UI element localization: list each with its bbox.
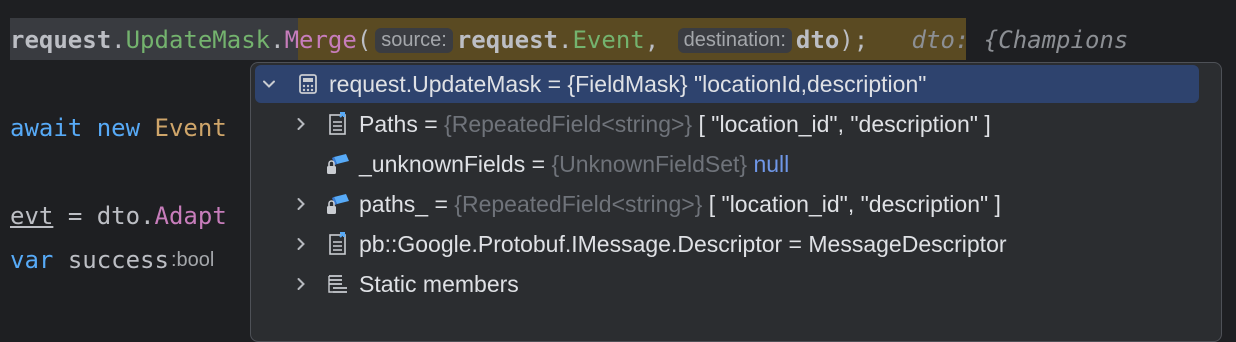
type-hint-bool: :bool (170, 248, 215, 271)
token-await: await (10, 114, 83, 142)
field-name: pb::Google.Protobuf.IMessage.Descriptor (359, 230, 783, 257)
token-success[interactable]: success (68, 246, 169, 274)
token-event[interactable]: Event (572, 26, 644, 54)
chevron-right-icon[interactable] (289, 232, 313, 256)
static-members-icon (323, 270, 353, 298)
token-event-type[interactable]: Event (155, 114, 227, 142)
tree-row-unknown-fields[interactable]: _unknownFields = {UnknownFieldSet} null (289, 145, 789, 183)
code-line-4[interactable]: var success:bool (10, 240, 218, 280)
token-request[interactable]: request (10, 26, 111, 54)
field-value: [ "location_id", "description" ] (702, 190, 1001, 217)
field-type: {UnknownFieldSet} (551, 150, 748, 177)
token-dot: . (558, 26, 573, 54)
field-value-null: null (747, 150, 790, 177)
code-line-1[interactable]: request. UpdateMask. Merge(source: request.… (10, 20, 1128, 60)
field-eq: = (417, 110, 445, 137)
field-name: _unknownFields (359, 150, 526, 177)
token-dot: . (270, 26, 285, 54)
token-close-paren: ); (839, 26, 869, 54)
chevron-right-icon[interactable] (289, 272, 313, 296)
field-eq: = (428, 190, 455, 217)
field-value: [ "location_id", "description" ] (692, 110, 991, 137)
token-dot: . (111, 26, 126, 54)
token-paren: ( (356, 26, 372, 54)
field-eq: = (525, 150, 552, 177)
token-merge-method[interactable]: Merge (285, 26, 357, 54)
tree-row-paths-private[interactable]: paths_ = {RepeatedField<string>} [ "loca… (289, 185, 1001, 223)
token-var: var (10, 246, 54, 274)
token-request-arg[interactable]: request (457, 26, 558, 54)
field-type: {RepeatedField<string>} (444, 110, 693, 137)
token-comma: , (644, 26, 660, 54)
token-dto[interactable]: dto (796, 26, 839, 54)
chevron-down-icon[interactable] (257, 72, 281, 96)
tree-row-paths[interactable]: Paths = {RepeatedField<string>} [ "locat… (289, 105, 991, 143)
code-line-3[interactable]: evt = dto. Adapt (10, 196, 227, 236)
token-dto[interactable]: dto (97, 202, 140, 230)
field-eq: = (782, 230, 809, 257)
watch-icon (293, 70, 323, 98)
field-name: paths_ (359, 190, 429, 217)
private-field-icon (323, 150, 353, 178)
tree-row-root[interactable]: request.UpdateMask = {FieldMask} "locati… (255, 65, 1199, 103)
debug-value-popup[interactable]: request.UpdateMask = {FieldMask} "locati… (250, 62, 1222, 342)
param-hint-source: source: (375, 27, 453, 53)
chevron-right-icon[interactable] (289, 192, 313, 216)
private-field-icon (323, 190, 353, 218)
token-adapt-method[interactable]: Adapt (155, 202, 227, 230)
token-updatemask[interactable]: UpdateMask (126, 26, 271, 54)
chevron-right-icon[interactable] (289, 112, 313, 136)
field-value: MessageDescriptor (808, 230, 1007, 257)
tree-row-descriptor[interactable]: pb::Google.Protobuf.IMessage.Descriptor … (289, 225, 1007, 263)
tree-row-label: request.UpdateMask = {FieldMask} "locati… (329, 70, 927, 97)
token-evt[interactable]: evt (10, 202, 53, 230)
token-equals: = (67, 202, 83, 230)
token-new: new (96, 114, 141, 142)
tree-row-static-members[interactable]: Static members (289, 265, 519, 303)
property-icon (323, 230, 353, 258)
field-type: {RepeatedField<string>} (454, 190, 703, 217)
code-line-2[interactable]: await new Event (10, 108, 227, 148)
inline-debug-value: dto: {Champions (911, 26, 1129, 54)
field-name: Static members (359, 270, 519, 297)
property-icon (323, 110, 353, 138)
field-name: Paths (359, 110, 418, 137)
param-hint-destination: destination: (677, 27, 792, 53)
token-dot: . (140, 202, 155, 230)
